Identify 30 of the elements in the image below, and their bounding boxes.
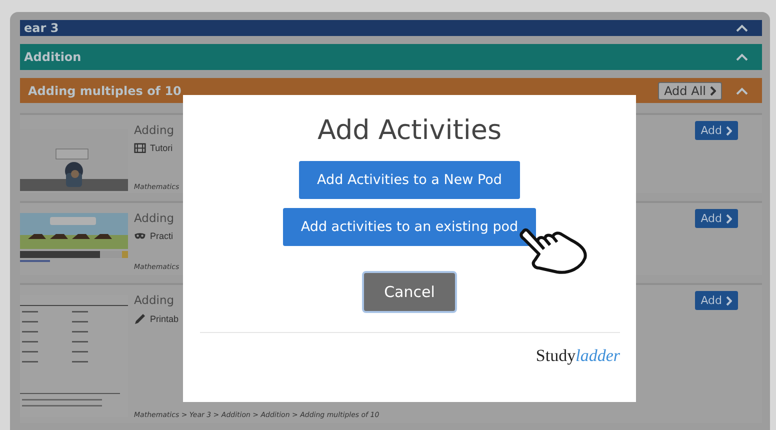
chevron-right-icon [726,296,732,306]
chevron-up-icon[interactable] [736,53,748,61]
section-title: Adding multiples of 10 [28,84,182,98]
pencil-icon [134,313,146,325]
section-header[interactable]: ear 3 [20,20,762,36]
option-button[interactable]: Add activities to an existing pod [282,208,536,246]
dialog-title: Add Activities [317,115,502,146]
chevron-right-icon [726,214,732,224]
add-button[interactable]: Add [694,291,738,310]
activity-title: Adding [134,211,174,225]
chevron-right-icon [726,126,732,136]
activity-type: Practi [150,231,174,241]
section-title: Addition [24,50,82,64]
section-header[interactable]: Addition [20,44,762,70]
studyladder-logo: Studyladder [536,346,620,366]
option-button[interactable]: Add Activities to a New Pod [299,161,520,199]
chevron-up-icon[interactable] [736,24,748,32]
activity-type: Printab [150,314,179,324]
add-button[interactable]: Add [694,121,738,140]
section-title: ear 3 [24,21,60,35]
chevron-up-icon[interactable] [736,86,748,94]
film-icon [134,143,146,154]
activity-title: Adding [134,293,174,307]
cancel-button[interactable]: Cancel [362,271,457,313]
chevron-right-icon [710,86,716,96]
activity-type: Tutori [150,143,173,154]
add-button[interactable]: Add [694,209,738,228]
mask-icon [134,232,146,240]
add-all-button[interactable]: Add All [658,82,722,100]
activity-title: Adding [134,123,174,137]
